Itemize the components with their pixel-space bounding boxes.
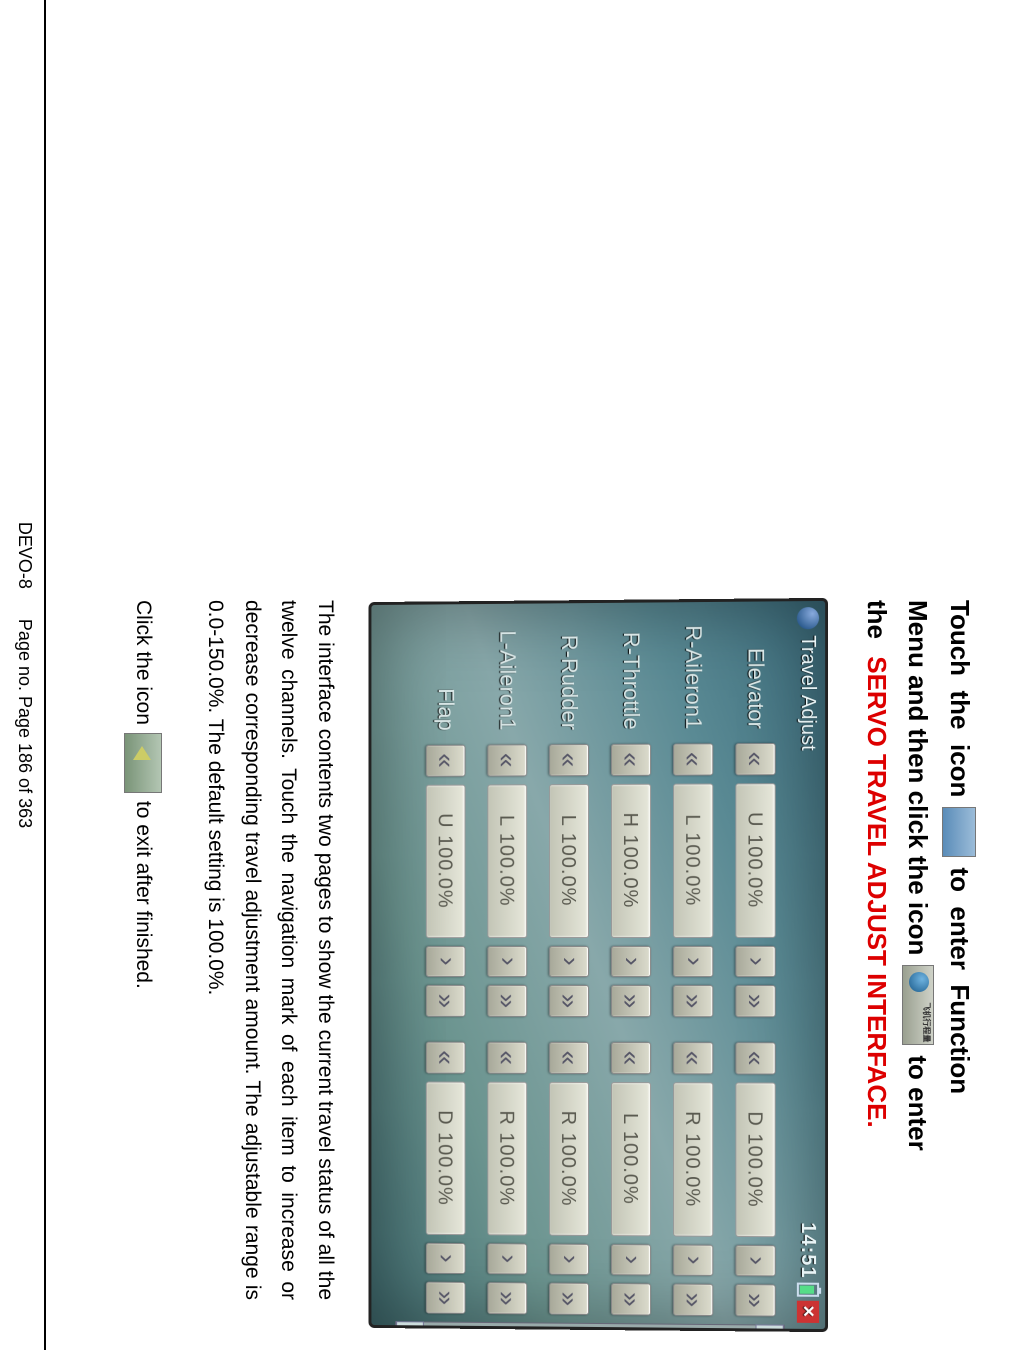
increase-fast-button[interactable] bbox=[673, 985, 713, 1017]
close-icon[interactable]: × bbox=[797, 1301, 819, 1323]
channel-label: Flap bbox=[433, 616, 459, 737]
increase-button[interactable] bbox=[549, 1243, 589, 1275]
intro-line-3: the SERVO TRAVEL ADJUST INTERFACE. bbox=[855, 600, 897, 1300]
increase-fast-button[interactable] bbox=[426, 985, 466, 1017]
increase-button[interactable] bbox=[426, 946, 466, 978]
channel-row: R-Rudder L 100.0% R 100.0% bbox=[538, 615, 600, 1315]
footer-right: Page no. Page 186 of 363 bbox=[15, 619, 35, 828]
page-footer: DEVO-8 Page no. Page 186 of 363 bbox=[14, 0, 35, 1350]
intro-text-4: to enter bbox=[897, 1055, 939, 1150]
channel-row: Flap U 100.0% D 100.0% bbox=[415, 616, 476, 1314]
increase-fast-button[interactable] bbox=[426, 1282, 466, 1314]
channel-row: R-Throttle H 100.0% L 100.0% bbox=[600, 614, 662, 1315]
decrease-fast-button[interactable] bbox=[736, 1042, 776, 1074]
channel-row: R-Aileron1 L 100.0% R 100.0% bbox=[662, 614, 724, 1316]
device-screenshot: Travel Adjust 14:51 × Elevator U 100.0% D … bbox=[369, 598, 829, 1332]
increase-button[interactable] bbox=[673, 945, 713, 977]
decrease-fast-button[interactable] bbox=[488, 1042, 528, 1074]
decrease-fast-button[interactable] bbox=[736, 743, 776, 775]
scroll-up-icon[interactable] bbox=[756, 1324, 784, 1332]
intro-text-5: the bbox=[855, 600, 897, 646]
decrease-fast-button[interactable] bbox=[488, 744, 528, 776]
increase-fast-button[interactable] bbox=[673, 1284, 713, 1316]
function-menu-icon bbox=[942, 807, 976, 857]
decrease-fast-button[interactable] bbox=[673, 1042, 713, 1074]
right-value: R 100.0% bbox=[549, 1082, 589, 1236]
battery-icon bbox=[797, 1283, 819, 1297]
channel-label: R-Throttle bbox=[618, 615, 644, 736]
intro-line-1: Touch the icon to enter Function bbox=[938, 600, 980, 1300]
right-value: L 100.0% bbox=[611, 1082, 651, 1236]
increase-button[interactable] bbox=[611, 945, 651, 977]
description-paragraph: The interface contents two pages to show… bbox=[196, 600, 343, 1300]
intro-text-3: Menu and then click the icon bbox=[897, 600, 939, 955]
footer-separator bbox=[44, 0, 46, 1350]
increase-fast-button[interactable] bbox=[549, 985, 589, 1017]
left-value: U 100.0% bbox=[736, 783, 776, 938]
left-value: L 100.0% bbox=[673, 783, 713, 937]
right-value: D 100.0% bbox=[736, 1082, 776, 1237]
increase-button[interactable] bbox=[611, 1244, 651, 1276]
left-value: H 100.0% bbox=[611, 783, 651, 937]
increase-fast-button[interactable] bbox=[736, 985, 776, 1017]
decrease-fast-button[interactable] bbox=[611, 744, 651, 776]
increase-button[interactable] bbox=[673, 1244, 713, 1276]
channel-label: R-Aileron1 bbox=[680, 614, 706, 735]
exit-line: Click the icon to exit after finished. bbox=[124, 600, 162, 1300]
increase-button[interactable] bbox=[736, 945, 776, 977]
intro-line-2: Menu and then click the icon 飞机行程量 to en… bbox=[897, 600, 939, 1300]
status-bar: Travel Adjust 14:51 × bbox=[793, 601, 823, 1329]
increase-fast-button[interactable] bbox=[736, 1284, 776, 1316]
channel-row: L-Aileron1 L 100.0% R 100.0% bbox=[477, 616, 539, 1315]
intro-text-2: to enter Function bbox=[938, 867, 980, 1094]
globe-icon bbox=[797, 607, 819, 629]
back-icon bbox=[124, 733, 162, 793]
scroll-down-icon[interactable] bbox=[396, 1321, 424, 1331]
decrease-fast-button[interactable] bbox=[673, 743, 713, 775]
increase-fast-button[interactable] bbox=[549, 1283, 589, 1315]
increase-button[interactable] bbox=[488, 1243, 528, 1275]
left-value: L 100.0% bbox=[488, 784, 528, 938]
channel-row: Elevator U 100.0% D 100.0% bbox=[725, 613, 787, 1316]
exit-pre: Click the icon bbox=[131, 600, 155, 725]
left-value: L 100.0% bbox=[549, 784, 589, 938]
decrease-fast-button[interactable] bbox=[426, 745, 466, 777]
intro-text-1: Touch the icon bbox=[938, 600, 980, 797]
left-value: U 100.0% bbox=[426, 784, 466, 938]
exit-post: to exit after finished. bbox=[131, 801, 155, 989]
increase-fast-button[interactable] bbox=[488, 985, 528, 1017]
channel-label: Elevator bbox=[743, 614, 769, 736]
increase-fast-button[interactable] bbox=[611, 985, 651, 1017]
channel-label: L-Aileron1 bbox=[495, 616, 521, 737]
scrollbar[interactable] bbox=[395, 1321, 785, 1332]
increase-fast-button[interactable] bbox=[488, 1282, 528, 1314]
increase-button[interactable] bbox=[736, 1245, 776, 1277]
interface-name: SERVO TRAVEL ADJUST INTERFACE. bbox=[855, 656, 897, 1127]
decrease-fast-button[interactable] bbox=[549, 1042, 589, 1074]
footer-left: DEVO-8 bbox=[15, 522, 35, 589]
decrease-fast-button[interactable] bbox=[611, 1042, 651, 1074]
clock-text: 14:51 bbox=[797, 1222, 820, 1279]
right-value: D 100.0% bbox=[426, 1081, 466, 1235]
decrease-fast-button[interactable] bbox=[549, 744, 589, 776]
screen-title: Travel Adjust bbox=[797, 635, 820, 751]
increase-button[interactable] bbox=[549, 946, 589, 978]
increase-button[interactable] bbox=[426, 1243, 466, 1275]
travel-adjust-icon: 飞机行程量 bbox=[902, 965, 934, 1045]
channel-label: R-Rudder bbox=[556, 615, 582, 736]
right-value: R 100.0% bbox=[488, 1081, 528, 1235]
decrease-fast-button[interactable] bbox=[426, 1042, 466, 1074]
increase-button[interactable] bbox=[488, 946, 528, 978]
increase-fast-button[interactable] bbox=[611, 1283, 651, 1315]
right-value: R 100.0% bbox=[673, 1082, 713, 1237]
